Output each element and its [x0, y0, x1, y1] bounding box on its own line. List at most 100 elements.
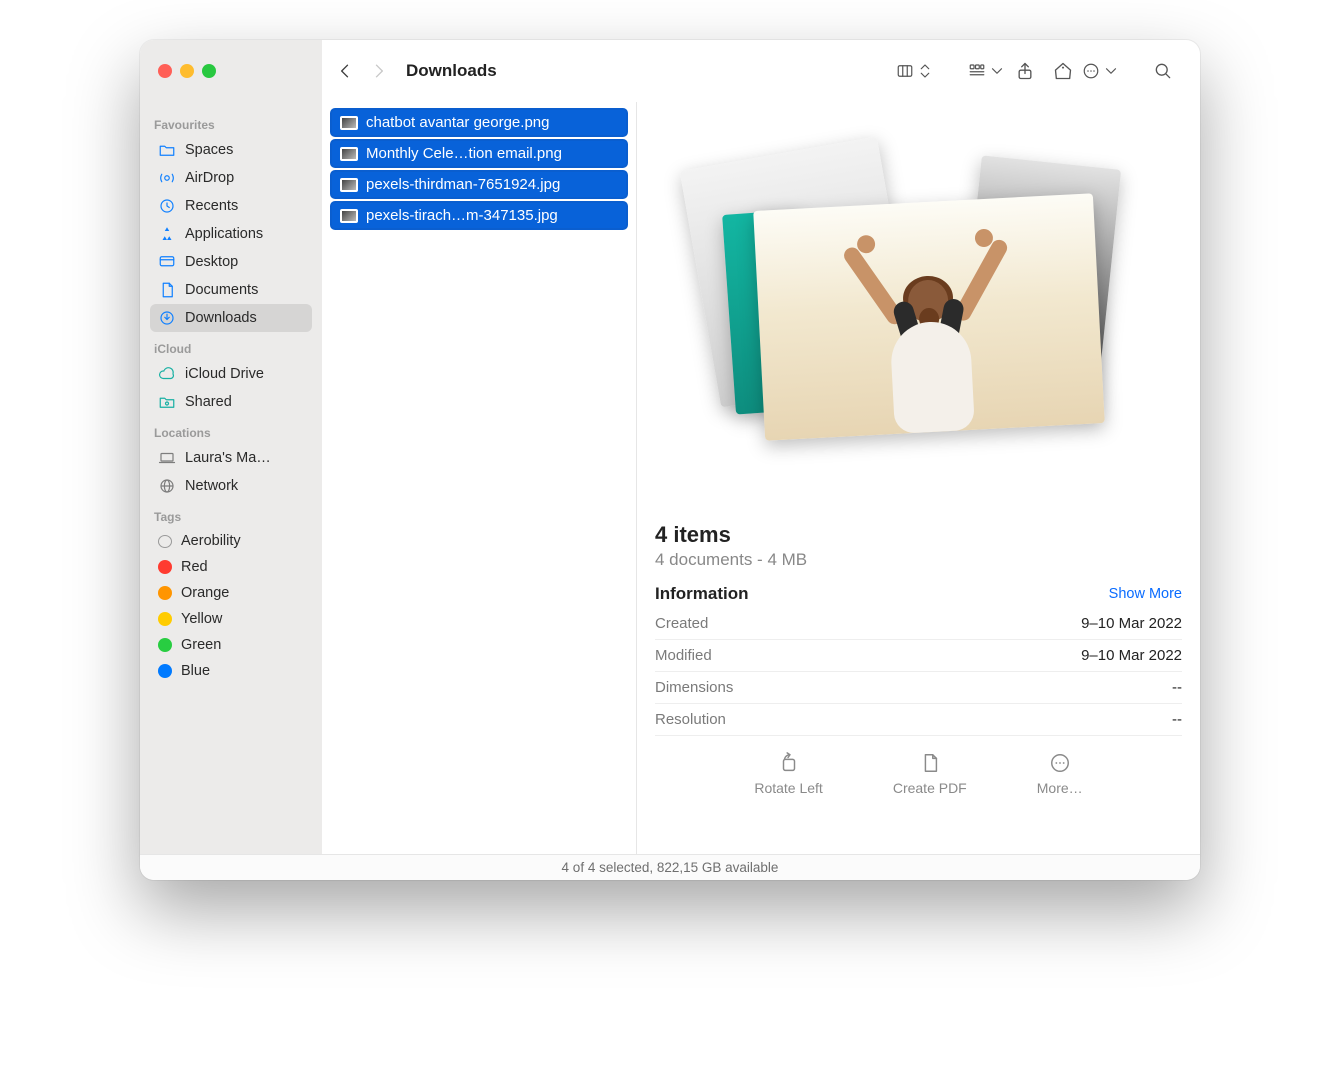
quick-actions: Rotate Left Create PDF More…: [637, 736, 1200, 806]
zoom-window[interactable]: [202, 64, 216, 78]
group-by-button[interactable]: [968, 54, 1006, 88]
sidebar-item-label: iCloud Drive: [185, 366, 264, 382]
sidebar-tag-red[interactable]: Red: [150, 554, 312, 580]
info-row: Modified 9–10 Mar 2022: [655, 640, 1182, 672]
status-text: 4 of 4 selected, 822,15 GB available: [562, 860, 779, 875]
info-key: Created: [655, 615, 708, 632]
sidebar-tag-green[interactable]: Green: [150, 632, 312, 658]
info-value: --: [1172, 711, 1182, 728]
sidebar-item-recents[interactable]: Recents: [150, 192, 312, 220]
preview-thumbnail: [637, 102, 1200, 522]
sidebar-tag-orange[interactable]: Orange: [150, 580, 312, 606]
file-list-column: chatbot avantar george.png Monthly Cele……: [322, 102, 637, 854]
stack-photo-icon: [753, 193, 1105, 440]
sidebar-tag-blue[interactable]: Blue: [150, 658, 312, 684]
sidebar-header: [140, 40, 322, 102]
minimise-window[interactable]: [180, 64, 194, 78]
section-tags: Tags: [154, 510, 308, 524]
sidebar-item-label: Orange: [181, 585, 229, 601]
file-name: pexels-tirach…m-347135.jpg: [366, 207, 558, 224]
chevron-down-icon: [988, 61, 1006, 81]
back-button[interactable]: [328, 54, 362, 88]
status-bar: 4 of 4 selected, 822,15 GB available: [140, 854, 1200, 880]
sidebar-item-applications[interactable]: Applications: [150, 220, 312, 248]
sidebar-item-downloads[interactable]: Downloads: [150, 304, 312, 332]
sidebar-item-desktop[interactable]: Desktop: [150, 248, 312, 276]
tag-dot-icon: [158, 560, 172, 574]
ellipsis-icon: [1049, 752, 1071, 774]
file-row[interactable]: Monthly Cele…tion email.png: [330, 139, 628, 168]
sidebar-item-label: Laura's Ma…: [185, 450, 271, 466]
airdrop-icon: [158, 169, 176, 187]
file-row[interactable]: chatbot avantar george.png: [330, 108, 628, 137]
section-locations: Locations: [154, 426, 308, 440]
share-button[interactable]: [1006, 54, 1044, 88]
sidebar-item-label: AirDrop: [185, 170, 234, 186]
qa-label: Rotate Left: [754, 780, 823, 796]
close-window[interactable]: [158, 64, 172, 78]
toolbar: Downloads: [140, 40, 1200, 102]
file-row[interactable]: pexels-thirdman-7651924.jpg: [330, 170, 628, 199]
sidebar-tag-aerobility[interactable]: Aerobility: [150, 528, 312, 554]
tag-dot-icon: [158, 535, 172, 548]
info-value: 9–10 Mar 2022: [1081, 615, 1182, 632]
file-thumb-icon: [340, 116, 358, 130]
qa-label: Create PDF: [893, 780, 967, 796]
cloud-icon: [158, 365, 176, 383]
tags-button[interactable]: [1044, 54, 1082, 88]
info-key: Dimensions: [655, 679, 733, 696]
window-title: Downloads: [406, 61, 497, 81]
view-columns-button[interactable]: [896, 54, 934, 88]
sidebar-item-network[interactable]: Network: [150, 472, 312, 500]
info-row: Created 9–10 Mar 2022: [655, 608, 1182, 640]
forward-button[interactable]: [362, 54, 396, 88]
sidebar-item-label: Applications: [185, 226, 263, 242]
preview-title: 4 items: [655, 522, 1182, 548]
sidebar-item-label: Green: [181, 637, 221, 653]
preview-column: 4 items 4 documents - 4 MB Information S…: [637, 102, 1200, 854]
tag-dot-icon: [158, 612, 172, 626]
file-name: Monthly Cele…tion email.png: [366, 145, 562, 162]
file-thumb-icon: [340, 147, 358, 161]
sidebar-item-spaces[interactable]: Spaces: [150, 136, 312, 164]
document-icon: [919, 752, 941, 774]
main-area: chatbot avantar george.png Monthly Cele……: [322, 102, 1200, 854]
sidebar-item-label: Shared: [185, 394, 232, 410]
chevron-down-icon: [1102, 61, 1120, 81]
folder-icon: [158, 141, 176, 159]
sidebar-item-icloud-drive[interactable]: iCloud Drive: [150, 360, 312, 388]
sidebar-item-documents[interactable]: Documents: [150, 276, 312, 304]
desktop-icon: [158, 253, 176, 271]
stepper-icon: [916, 61, 934, 81]
sidebar-item-shared[interactable]: Shared: [150, 388, 312, 416]
sidebar-item-label: Red: [181, 559, 208, 575]
tag-dot-icon: [158, 586, 172, 600]
file-thumb-icon: [340, 178, 358, 192]
info-key: Resolution: [655, 711, 726, 728]
info-row: Dimensions --: [655, 672, 1182, 704]
qa-label: More…: [1037, 780, 1083, 796]
search-button[interactable]: [1144, 54, 1182, 88]
globe-icon: [158, 477, 176, 495]
window-controls: [158, 64, 216, 78]
more-quickactions-button[interactable]: More…: [1037, 752, 1083, 796]
sidebar: Favourites Spaces AirDrop Recents Applic…: [140, 102, 322, 854]
info-value: 9–10 Mar 2022: [1081, 647, 1182, 664]
finder-window: Downloads Favourites: [140, 40, 1200, 880]
file-thumb-icon: [340, 209, 358, 223]
file-row[interactable]: pexels-tirach…m-347135.jpg: [330, 201, 628, 230]
show-more-link[interactable]: Show More: [1109, 586, 1182, 602]
document-icon: [158, 281, 176, 299]
create-pdf-button[interactable]: Create PDF: [893, 752, 967, 796]
rotate-left-button[interactable]: Rotate Left: [754, 752, 823, 796]
sidebar-tag-yellow[interactable]: Yellow: [150, 606, 312, 632]
sidebar-item-computer[interactable]: Laura's Ma…: [150, 444, 312, 472]
sidebar-item-label: Blue: [181, 663, 210, 679]
section-favourites: Favourites: [154, 118, 308, 132]
body: Favourites Spaces AirDrop Recents Applic…: [140, 102, 1200, 854]
info-value: --: [1172, 679, 1182, 696]
sidebar-item-label: Downloads: [185, 310, 257, 326]
apps-icon: [158, 225, 176, 243]
sidebar-item-airdrop[interactable]: AirDrop: [150, 164, 312, 192]
more-actions-button[interactable]: [1082, 54, 1120, 88]
